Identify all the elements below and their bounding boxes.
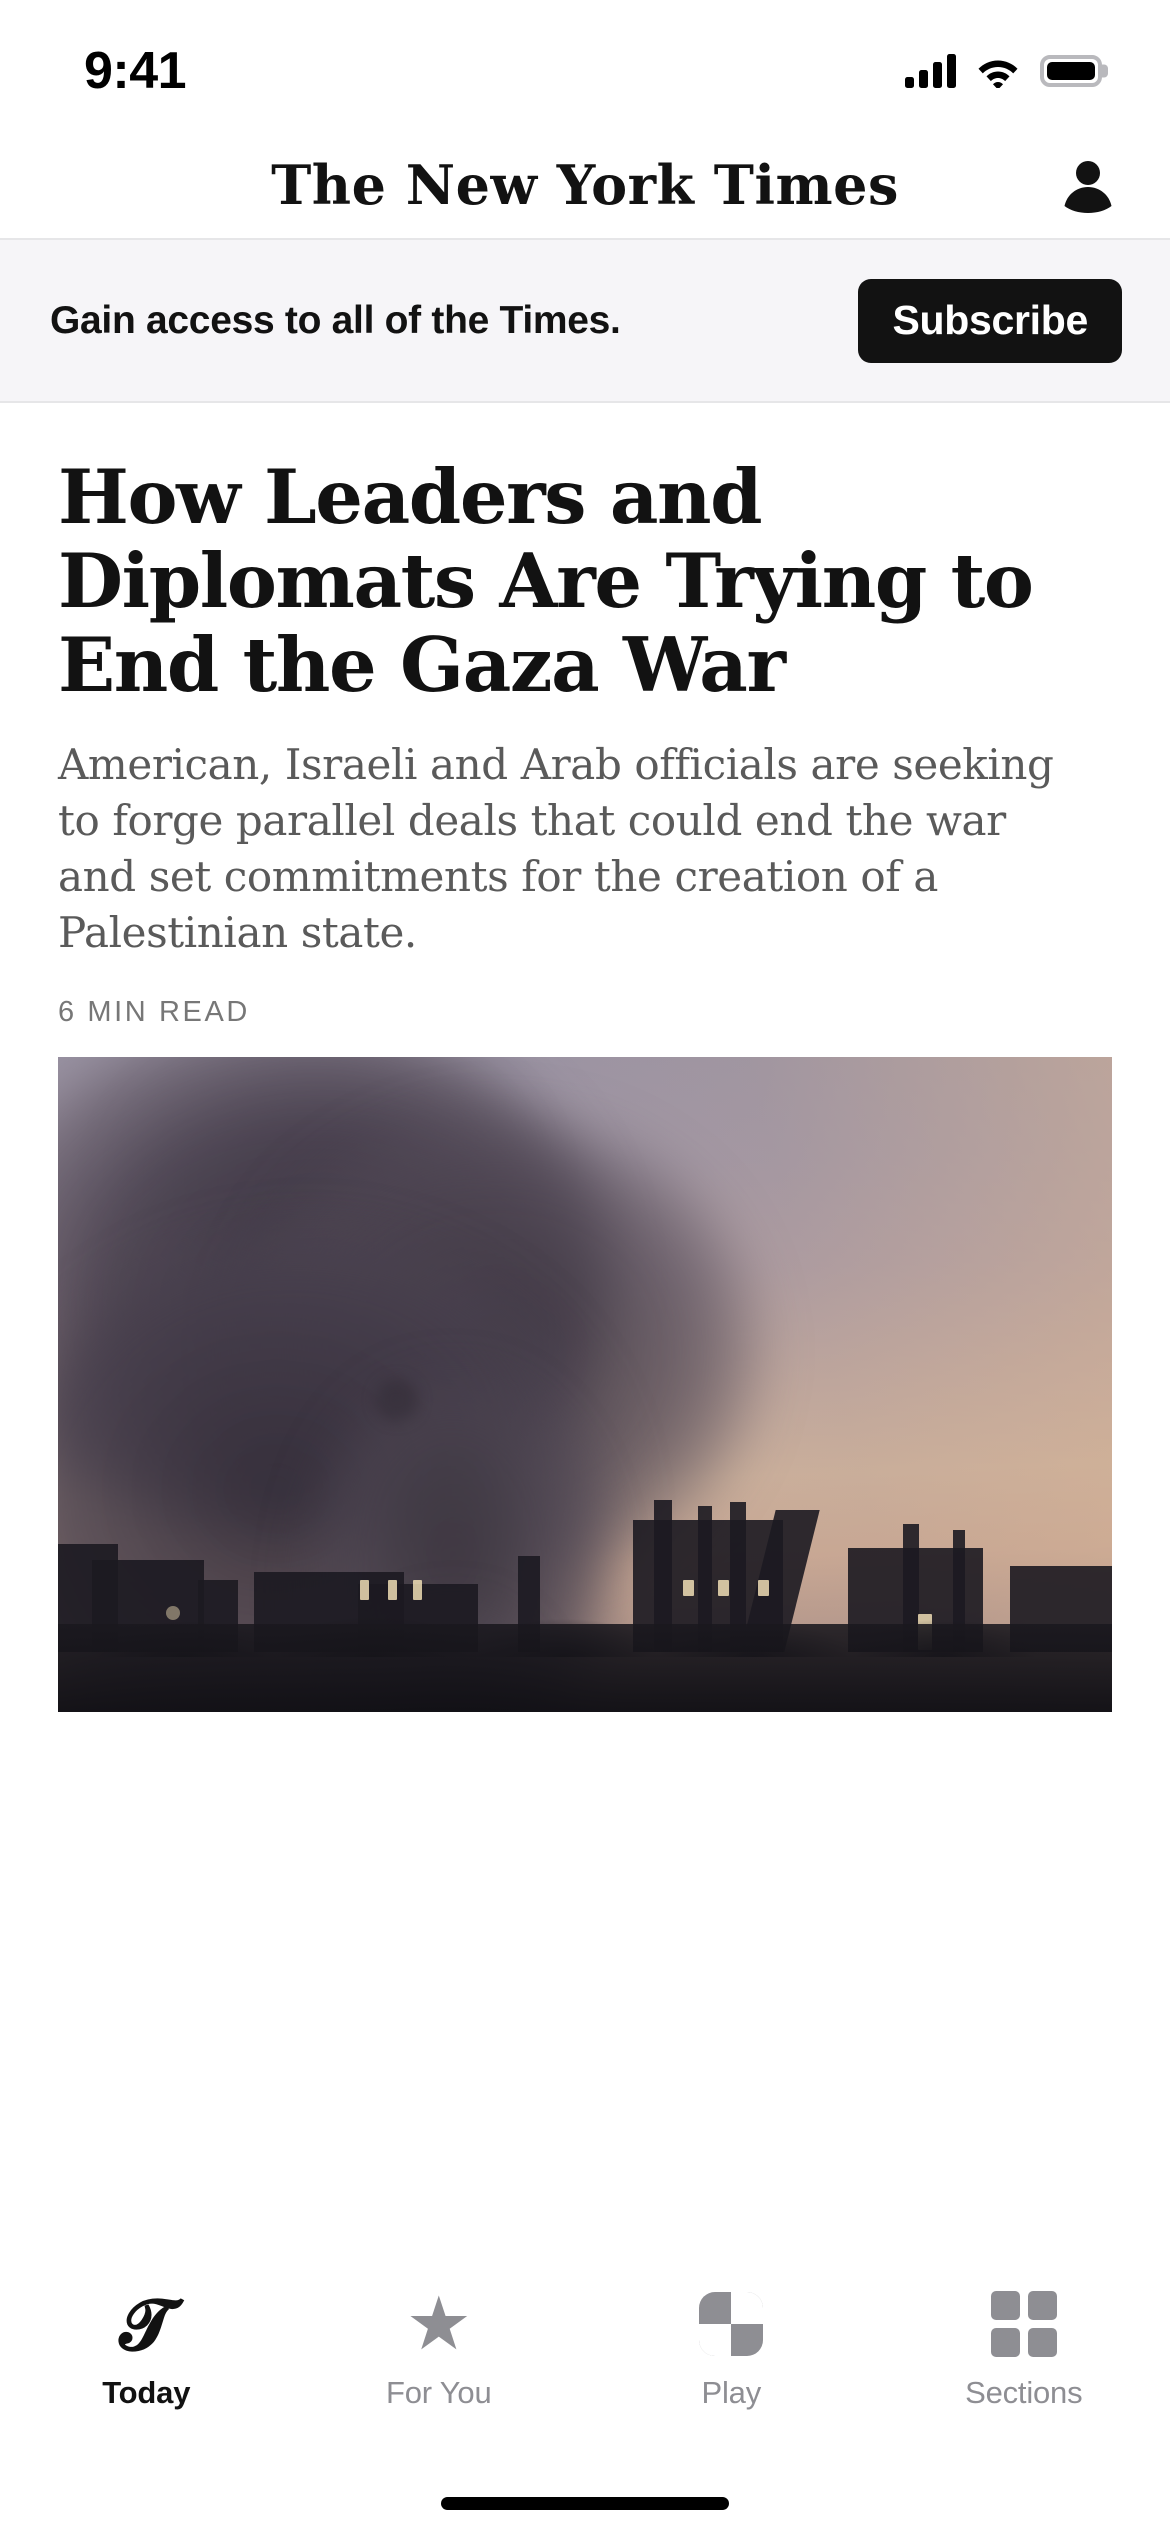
tab-today-label: Today xyxy=(102,2375,191,2410)
bottom-tab-bar: 𝓣 Today ★ For You Play Sections xyxy=(0,2265,1170,2532)
article-read-time: 6 MIN READ xyxy=(58,996,250,1029)
subscribe-banner: Gain access to all of the Times. Subscri… xyxy=(0,240,1170,403)
photo-skyline xyxy=(58,1500,1112,1713)
article-photo[interactable] xyxy=(58,1057,1112,1713)
status-bar-icons xyxy=(905,54,1102,90)
nyt-t-logo-icon: 𝓣 xyxy=(119,2282,174,2366)
grid-squares-icon xyxy=(990,2287,1057,2361)
tab-play[interactable]: Play xyxy=(585,2287,878,2411)
battery-full-icon xyxy=(1040,55,1102,87)
wifi-icon xyxy=(976,54,1020,90)
article-summary: American, Israeli and Arab officials are… xyxy=(58,740,1054,957)
home-indicator[interactable] xyxy=(441,2497,729,2510)
star-icon: ★ xyxy=(405,2282,472,2366)
signal-bars-icon xyxy=(905,54,956,88)
tab-for-you[interactable]: ★ For You xyxy=(293,2287,586,2411)
account-person-icon[interactable] xyxy=(1050,147,1126,223)
article-headline[interactable]: How Leaders and Diplomats Are Trying to … xyxy=(58,455,1068,707)
nyt-masthead-logo: The New York Times xyxy=(271,153,899,217)
tab-sections[interactable]: Sections xyxy=(878,2287,1170,2411)
photo-foreground xyxy=(58,1624,1112,1713)
tab-play-label: Play xyxy=(701,2375,761,2410)
article-card[interactable]: How Leaders and Diplomats Are Trying to … xyxy=(0,403,1170,1713)
app-header: The New York Times xyxy=(0,132,1170,240)
tab-sections-label: Sections xyxy=(965,2375,1083,2410)
status-bar-time: 9:41 xyxy=(84,42,187,100)
tab-today[interactable]: 𝓣 Today xyxy=(0,2287,293,2411)
subscribe-banner-message: Gain access to all of the Times. xyxy=(50,298,621,342)
subscribe-button[interactable]: Subscribe xyxy=(858,278,1122,363)
play-checkerboard-icon xyxy=(699,2287,764,2361)
tab-for-you-label: For You xyxy=(386,2375,492,2410)
status-bar: 9:41 xyxy=(0,0,1170,132)
